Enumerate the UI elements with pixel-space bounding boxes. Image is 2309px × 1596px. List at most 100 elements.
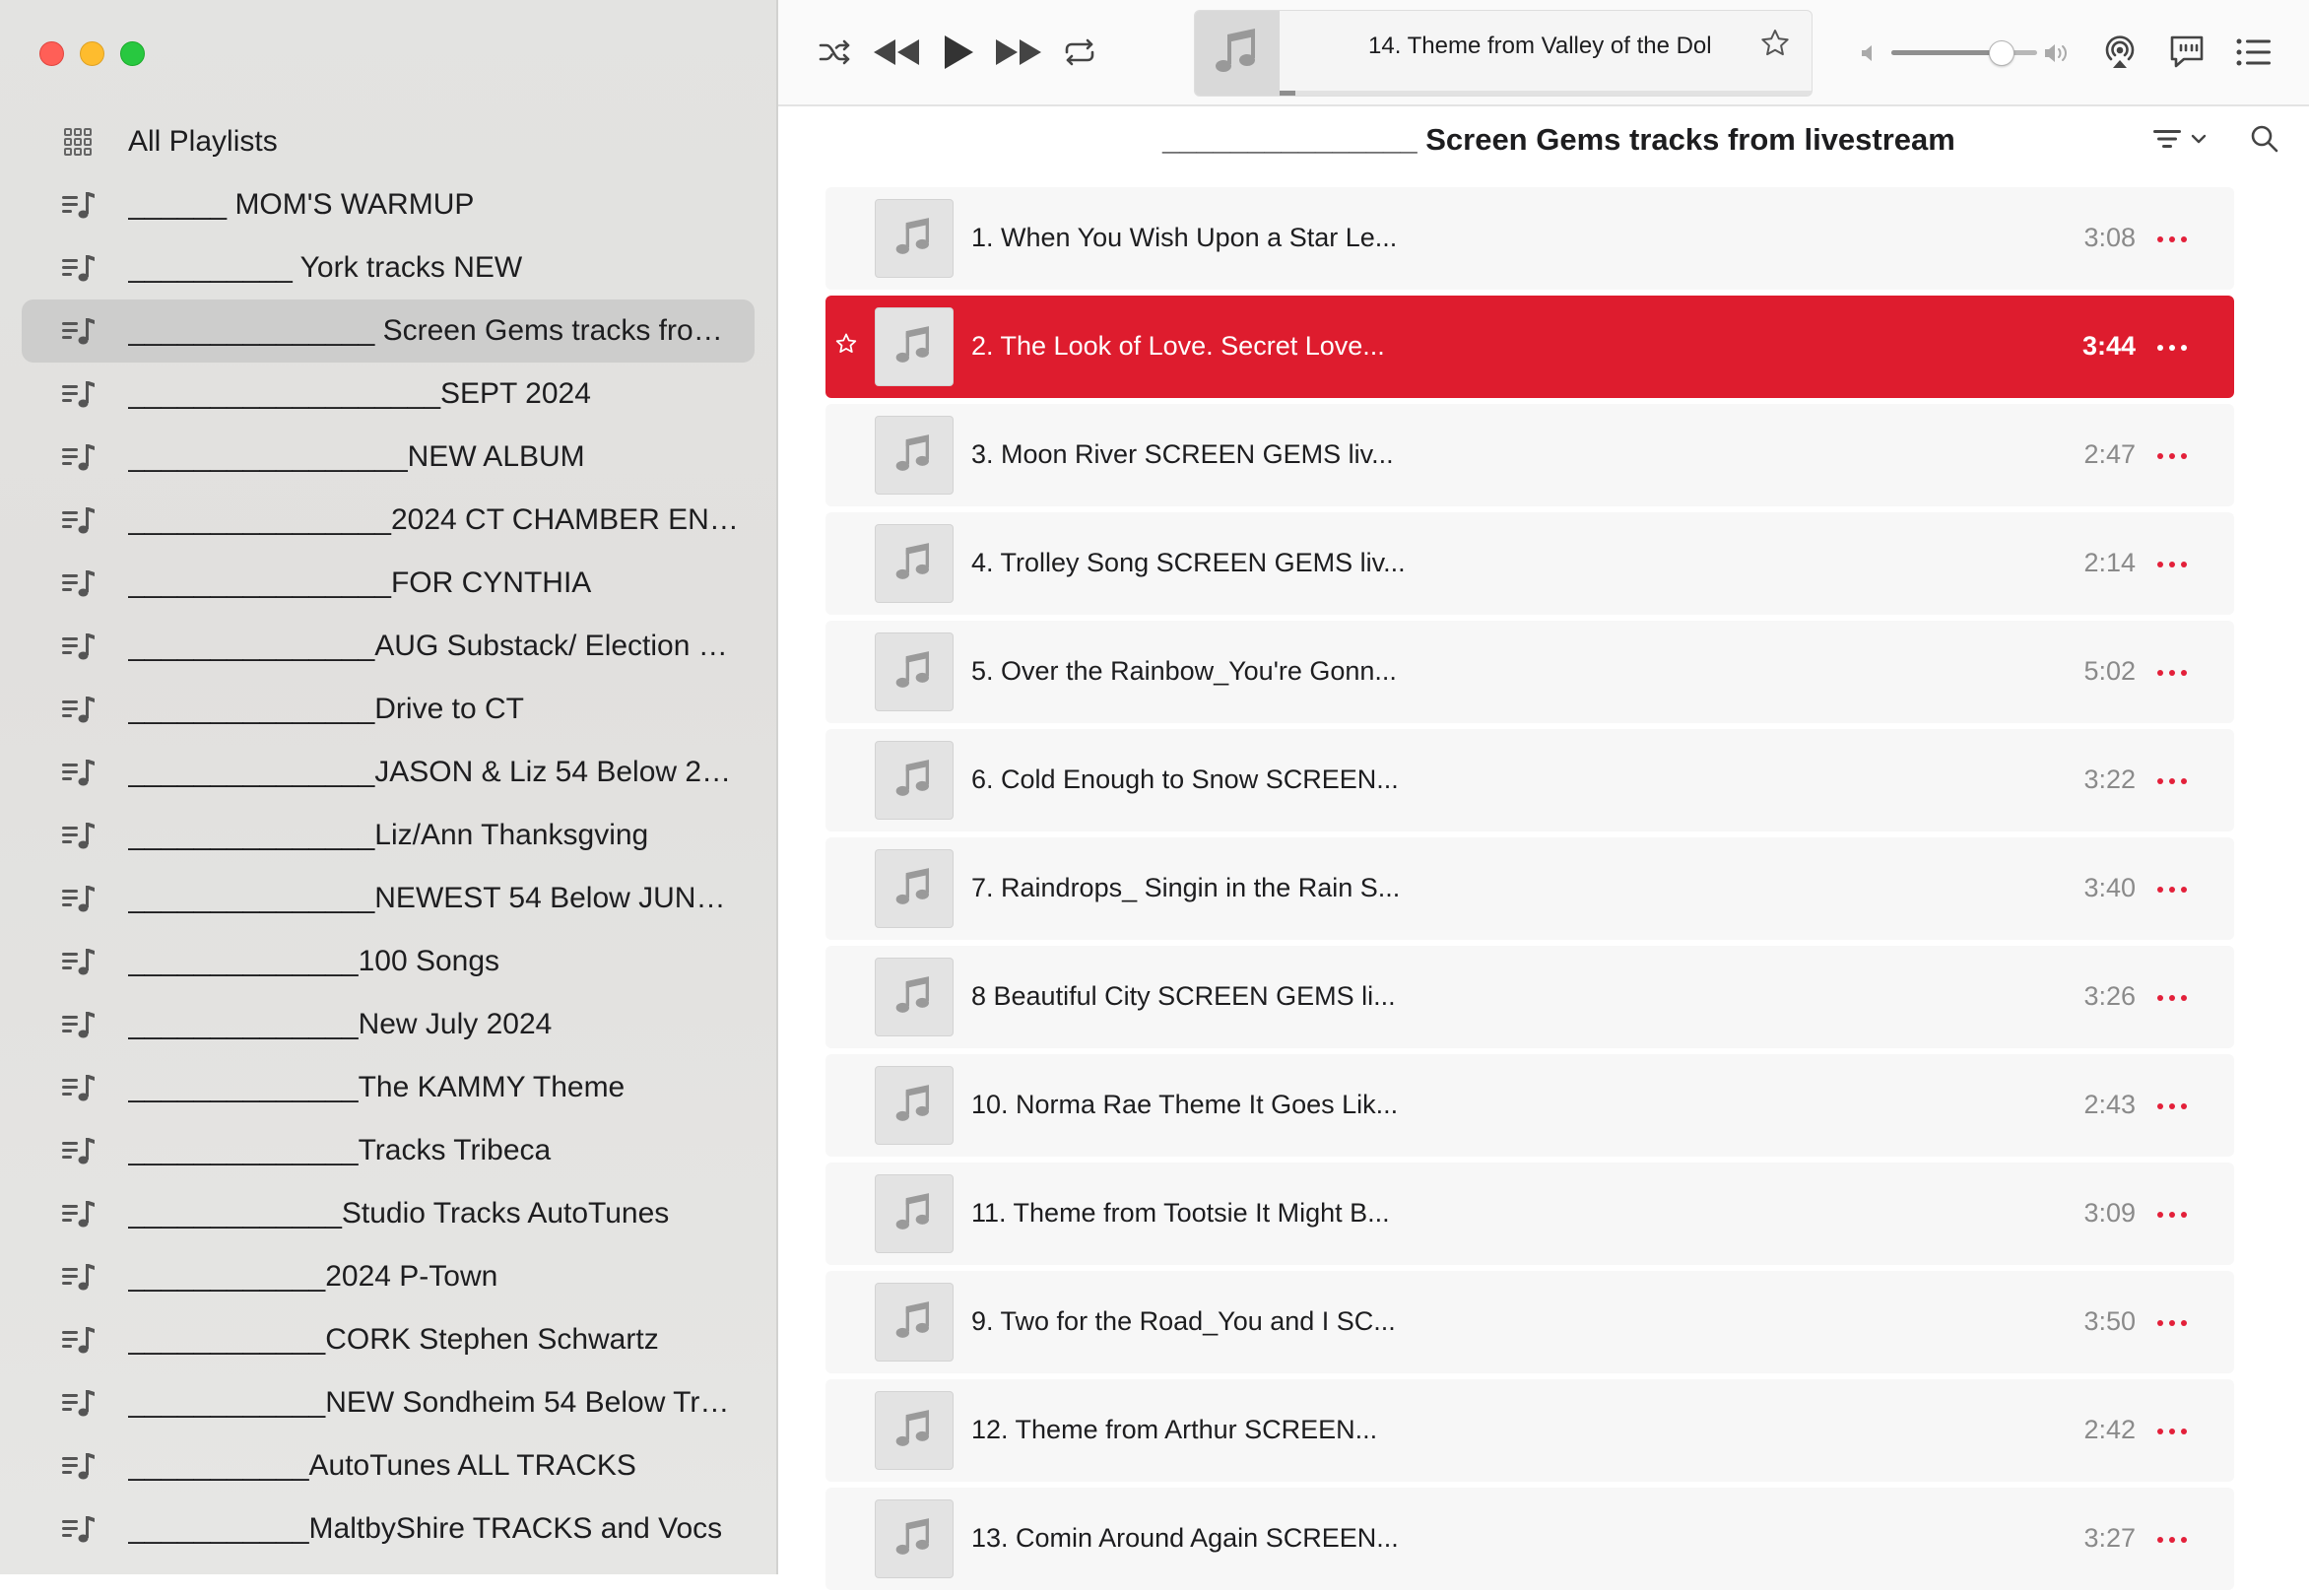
track-row[interactable]: 3. Moon River SCREEN GEMS liv... 2:47	[825, 404, 2234, 506]
sidebar-playlist-item[interactable]: _______________Drive to CT	[22, 678, 755, 741]
track-row[interactable]: 5. Over the Rainbow_You're Gonn... 5:02	[825, 621, 2234, 723]
playlist-list: All Playlists ______ MOM'S WARMUP ________…	[22, 110, 755, 1561]
more-options-button[interactable]	[2157, 1429, 2187, 1434]
sidebar-playlist-item[interactable]: ___________________SEPT 2024	[22, 363, 755, 426]
favorite-button[interactable]	[1760, 29, 1790, 63]
more-options-button[interactable]	[2157, 778, 2187, 784]
track-row[interactable]: 13. Comin Around Again SCREEN... 3:27	[825, 1488, 2234, 1590]
sidebar-item-all-playlists[interactable]: All Playlists	[22, 110, 755, 173]
track-row[interactable]: 12. Theme from Arthur SCREEN... 2:42	[825, 1379, 2234, 1482]
shuffle-button[interactable]	[814, 30, 857, 75]
track-row[interactable]: 4. Trolley Song SCREEN GEMS liv... 2:14	[825, 512, 2234, 615]
playlist-icon	[62, 1390, 95, 1417]
sidebar-playlist-item[interactable]: ____________CORK Stephen Schwartz	[22, 1308, 755, 1371]
repeat-button[interactable]	[1058, 30, 1101, 75]
track-list: 1. When You Wish Upon a Star Le... 3:08 2.…	[825, 187, 2234, 1596]
playlist-icon	[57, 821, 99, 850]
sidebar-item-label: ____________CORK Stephen Schwartz	[128, 1323, 659, 1356]
playlist-icon	[62, 1327, 95, 1354]
sidebar-item-label: _______________NEWEST 54 Below JUNE Pr..…	[128, 882, 755, 914]
volume-slider[interactable]	[1891, 40, 2037, 66]
more-options-button[interactable]	[2157, 345, 2187, 351]
more-options-button[interactable]	[2157, 1103, 2187, 1109]
sidebar-item-label: ______ MOM'S WARMUP	[128, 188, 475, 221]
sidebar-playlist-item[interactable]: _______________AUG Substack/ Election so…	[22, 615, 755, 678]
minimize-window-button[interactable]	[80, 41, 104, 66]
more-options-button[interactable]	[2157, 1212, 2187, 1218]
search-button[interactable]	[2250, 124, 2279, 159]
sidebar-playlist-item[interactable]: ______________100 Songs	[22, 930, 755, 993]
close-window-button[interactable]	[39, 41, 64, 66]
playlist-icon	[62, 570, 95, 597]
track-title: 2. The Look of Love. Secret Love...	[971, 331, 1385, 361]
playback-progress-bar[interactable]	[1280, 91, 1812, 96]
track-row[interactable]: 10. Norma Rae Theme It Goes Lik... 2:43	[825, 1054, 2234, 1157]
track-duration: 2:42	[2083, 1415, 2136, 1444]
now-playing-display[interactable]: 14. Theme from Valley of the Dol	[1194, 10, 1813, 97]
track-title: 12. Theme from Arthur SCREEN...	[971, 1415, 1378, 1444]
shuffle-icon	[819, 39, 850, 65]
airplay-button[interactable]	[2098, 30, 2142, 75]
music-note-icon	[895, 434, 929, 471]
now-playing-artwork	[1195, 11, 1280, 96]
queue-button[interactable]	[2232, 30, 2276, 75]
track-row[interactable]: 6. Cold Enough to Snow SCREEN... 3:22	[825, 729, 2234, 831]
volume-control	[1860, 33, 2067, 73]
more-options-button[interactable]	[2157, 453, 2187, 459]
playlist-icon	[62, 633, 95, 660]
more-options-button[interactable]	[2157, 995, 2187, 1001]
sidebar-playlist-item[interactable]: ______________New July 2024	[22, 993, 755, 1056]
sidebar-playlist-item[interactable]: _________________NEW ALBUM	[22, 426, 755, 489]
track-artwork	[875, 307, 954, 386]
playlist-icon	[62, 886, 95, 912]
more-options-button[interactable]	[2157, 236, 2187, 242]
playlist-icon	[62, 1138, 95, 1164]
sort-button[interactable]	[2153, 128, 2207, 150]
previous-track-button[interactable]	[867, 30, 926, 75]
star-icon[interactable]	[835, 333, 857, 360]
sidebar-playlist-item[interactable]: _______________NEWEST 54 Below JUNE Pr..…	[22, 867, 755, 930]
music-note-icon	[895, 1085, 929, 1121]
sidebar-playlist-item[interactable]: ____________NEW Sondheim 54 Below Trac..…	[22, 1371, 755, 1434]
sidebar-playlist-item[interactable]: ________________FOR CYNTHIA	[22, 552, 755, 615]
music-note-icon	[895, 326, 929, 363]
sidebar-item-label: ______________Tracks Tribeca	[128, 1134, 552, 1166]
window-controls	[39, 41, 145, 66]
volume-slider-knob[interactable]	[1989, 40, 2014, 66]
volume-slider-fill	[1891, 50, 2001, 55]
track-title: 8 Beautiful City SCREEN GEMS li...	[971, 981, 1396, 1011]
more-options-button[interactable]	[2157, 1320, 2187, 1326]
track-row[interactable]: 9. Two for the Road_You and I SC... 3:50	[825, 1271, 2234, 1373]
track-title: 10. Norma Rae Theme It Goes Lik...	[971, 1090, 1399, 1119]
track-row[interactable]: 8 Beautiful City SCREEN GEMS li... 3:26	[825, 946, 2234, 1048]
track-row[interactable]: 1. When You Wish Upon a Star Le... 3:08	[825, 187, 2234, 290]
track-row[interactable]: 2. The Look of Love. Secret Love... 3:44	[825, 296, 2234, 398]
lyrics-button[interactable]	[2165, 30, 2209, 75]
track-artwork	[875, 416, 954, 495]
play-button[interactable]	[936, 30, 981, 75]
sidebar-item-label: _______________ Screen Gems tracks from …	[128, 314, 755, 347]
track-title: 3. Moon River SCREEN GEMS liv...	[971, 439, 1394, 469]
track-row[interactable]: 11. Theme from Tootsie It Might B... 3:09	[825, 1163, 2234, 1265]
next-track-button[interactable]	[989, 30, 1048, 75]
zoom-window-button[interactable]	[120, 41, 145, 66]
sidebar-playlist-item[interactable]: ______________The KAMMY Theme	[22, 1056, 755, 1119]
sidebar-playlist-item[interactable]: ______________Tracks Tribeca	[22, 1119, 755, 1182]
sidebar-playlist-item[interactable]: __________ York tracks NEW	[22, 236, 755, 299]
sidebar-playlist-item[interactable]: _______________ Screen Gems tracks from …	[22, 299, 755, 363]
sidebar-playlist-item[interactable]: ________________2024 CT CHAMBER ENSE...	[22, 489, 755, 552]
more-options-button[interactable]	[2157, 670, 2187, 676]
sidebar-playlist-item[interactable]: ___________AutoTunes ALL TRACKS	[22, 1434, 755, 1497]
sidebar-playlist-item[interactable]: ___________MaltbyShire TRACKS and Vocs	[22, 1497, 755, 1561]
more-options-button[interactable]	[2157, 887, 2187, 893]
sidebar-playlist-item[interactable]: ____________2024 P-Town	[22, 1245, 755, 1308]
sidebar-playlist-item[interactable]: _______________Liz/Ann Thanksgving	[22, 804, 755, 867]
track-row[interactable]: 7. Raindrops_ Singin in the Rain S... 3:4…	[825, 837, 2234, 940]
sidebar-item-label: ____________NEW Sondheim 54 Below Trac..…	[128, 1386, 755, 1419]
sidebar-playlist-item[interactable]: ______ MOM'S WARMUP	[22, 173, 755, 236]
more-options-button[interactable]	[2157, 562, 2187, 567]
sidebar-playlist-item[interactable]: _______________JASON & Liz 54 Below 2024	[22, 741, 755, 804]
music-note-icon	[895, 543, 929, 579]
more-options-button[interactable]	[2157, 1537, 2187, 1543]
sidebar-playlist-item[interactable]: _____________Studio Tracks AutoTunes	[22, 1182, 755, 1245]
